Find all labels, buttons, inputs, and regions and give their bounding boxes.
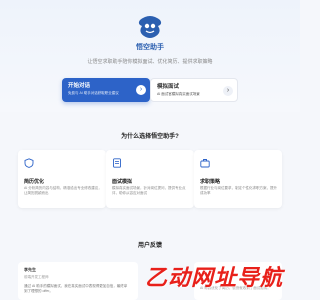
site-watermark: 乙动网址导航 [144,265,283,290]
mock-interview-button[interactable]: 模拟面试 AI 面试官模拟真实面试场景 › [150,78,238,102]
feature-name: 求职策略 [200,179,221,185]
feature-name: 简历优化 [24,179,45,185]
start-chat-subtitle: 免费与 AI 助手对话获取职业建议 [68,91,119,95]
briefcase-icon [200,159,210,168]
feature-name: 面试模拟 [112,179,133,185]
why-section-title: 为什么选择悟空助手? [121,134,179,140]
feature-card-resume[interactable]: 简历优化 AI 分析简历内容与结构，精准给出专业修改建议，让简历脱颖而出 [18,150,106,208]
chevron-right-icon: › [223,86,233,96]
hero-tagline: 让悟空求职助手陪你模拟面试、优化简历、提供求职策略 [87,59,213,65]
testimonial-card: 李先生 前端开发工程师 通过 AI 助手的模拟面试，我在真实面试中表现得更加自信… [18,262,138,300]
feature-desc: AI 分析简历内容与结构，精准给出专业修改建议，让简历脱颖而出 [24,186,102,195]
feature-card-strategy[interactable]: 求职策略 根据行业与岗位要求，制定个性化求职方案，提升成功率 [194,150,282,208]
hero-section: 悟空助手 让悟空求职助手陪你模拟面试、优化简历、提供求职策略 开始对话 免费与 … [0,0,300,112]
feature-desc: 根据行业与岗位要求，制定个性化求职方案，提升成功率 [200,186,277,195]
brand-name: 悟空助手 [136,44,164,51]
testimonial-author: 李先生 [24,267,36,272]
feature-desc: 模拟真实面试场景，针对岗位提问，提供专业点评，助你从容应对面试 [112,186,186,195]
document-icon [113,158,121,168]
start-chat-button[interactable]: 开始对话 免费与 AI 助手对话获取职业建议 › [62,78,150,102]
feature-card-interview[interactable]: 面试模拟 模拟真实面试场景，针对岗位提问，提供专业点评，助你从容应对面试 [106,150,194,208]
start-chat-title: 开始对话 [68,83,91,89]
testimonial-role: 前端开发工程师 [24,275,49,279]
monkey-logo-icon [138,16,162,38]
shield-icon [24,158,34,168]
testimonial-quote: 通过 AI 助手的模拟面试，我在真实面试中表现得更加自信，最终拿到了理想的 of… [24,284,128,293]
chevron-right-icon: › [136,85,146,95]
mock-interview-subtitle: AI 面试官模拟真实面试场景 [157,92,200,96]
feedback-section-title: 用户反馈 [137,243,162,249]
mock-interview-title: 模拟面试 [157,84,180,90]
